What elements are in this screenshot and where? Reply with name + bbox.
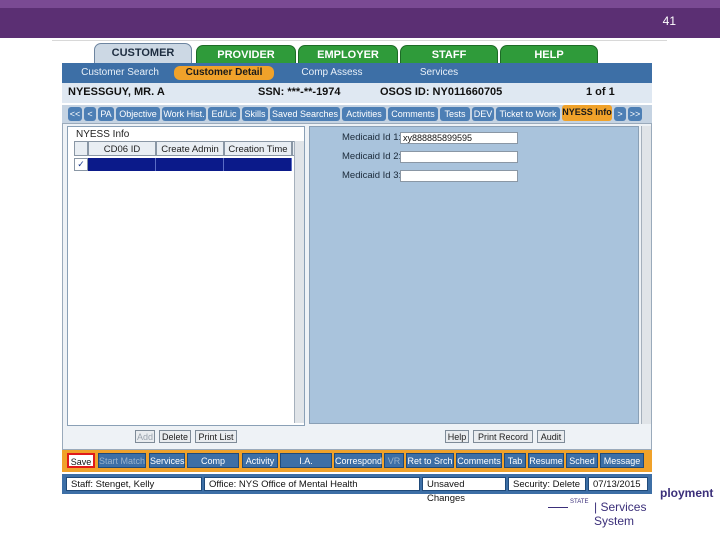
- vr-button[interactable]: VR: [384, 453, 404, 468]
- start-match-button[interactable]: Start Match: [98, 453, 146, 468]
- slide-number: 41: [662, 14, 676, 28]
- medicaid-panel: Medicaid Id 1: xy888885899595 Medicaid I…: [309, 126, 639, 424]
- grid-header: CD06 ID Create Admin Creation Time -: [74, 141, 304, 156]
- logo-state-text: STATE: [570, 499, 589, 505]
- row-checkbox[interactable]: ✓: [74, 158, 88, 171]
- logo-services-system-text: | Services System: [594, 500, 647, 528]
- customer-osos-id: OSOS ID: NY011660705: [380, 86, 503, 98]
- nav-tests-button[interactable]: Tests: [440, 107, 470, 121]
- nav-last-button[interactable]: >>: [628, 107, 642, 121]
- help-button[interactable]: Help: [445, 430, 469, 443]
- nav-work-hist-button[interactable]: Work Hist.: [162, 107, 206, 121]
- ia-referrals-button[interactable]: I.A. Referrals: [280, 453, 332, 481]
- correspond-button[interactable]: Correspond: [334, 453, 382, 468]
- customer-info-bar: NYESSGUY, MR. A SSN: ***-**-1974 OSOS ID…: [62, 83, 652, 103]
- nav-edlic-button[interactable]: Ed/Lic: [208, 107, 240, 121]
- subnav-comp-assess[interactable]: Comp Assess: [288, 66, 376, 80]
- nav-objective-button[interactable]: Objective: [116, 107, 160, 121]
- nyess-grid-panel: NYESS Info CD06 ID Create Admin Creation…: [67, 126, 305, 426]
- nav-first-button[interactable]: <<: [68, 107, 82, 121]
- panel-title: NYESS Info: [76, 129, 130, 140]
- medicaid-id-2-field[interactable]: [400, 151, 518, 163]
- main-tabs: CUSTOMER PROVIDER EMPLOYER STAFF HELP: [62, 43, 652, 65]
- services-system-logo: STATE | Services System: [548, 495, 678, 528]
- save-button[interactable]: Save: [67, 453, 95, 468]
- nav-next-button[interactable]: >: [614, 107, 626, 121]
- nav-skills-button[interactable]: Skills: [242, 107, 268, 121]
- sched-button[interactable]: Sched: [566, 453, 598, 468]
- customer-subnav: Customer Search Customer Detail Comp Ass…: [62, 63, 652, 83]
- nav-comments-button[interactable]: Comments: [388, 107, 438, 121]
- tab-employer[interactable]: EMPLOYER: [298, 45, 398, 65]
- grid-header-select: [74, 141, 88, 156]
- action-bar: Save Start Match Services Comp Assess Ac…: [62, 450, 652, 481]
- comments-button[interactable]: Comments: [456, 453, 502, 468]
- status-office: Office: NYS Office of Mental Health: [204, 477, 420, 491]
- print-list-button[interactable]: Print List: [195, 430, 237, 443]
- tab-help[interactable]: HELP: [500, 45, 598, 65]
- table-cell[interactable]: [156, 158, 224, 171]
- table-cell[interactable]: [224, 158, 292, 171]
- customer-ssn: SSN: ***-**-1974: [258, 86, 341, 98]
- slide-header-accent: [0, 0, 720, 8]
- slide-header-bar: 41: [0, 0, 720, 38]
- medicaid-id-3-label: Medicaid Id 3:: [342, 170, 402, 181]
- detail-nav-buttons: << < PA Objective Work Hist. Ed/Lic Skil…: [62, 105, 652, 123]
- medicaid-id-2-label: Medicaid Id 2:: [342, 151, 402, 162]
- grid-header-creation-time[interactable]: Creation Time: [224, 141, 292, 156]
- status-bar: Staff: Stenget, Kelly Office: NYS Office…: [62, 474, 652, 504]
- tab-customer[interactable]: CUSTOMER: [94, 43, 192, 65]
- status-unsaved-changes: Unsaved Changes: [422, 477, 506, 504]
- nav-saved-searches-button[interactable]: Saved Searches: [270, 107, 340, 121]
- services-button[interactable]: Services: [149, 453, 185, 468]
- tab-button[interactable]: Tab: [504, 453, 526, 468]
- logo-line: [548, 507, 568, 508]
- nyess-info-panel: NYESS Info CD06 ID Create Admin Creation…: [62, 123, 652, 450]
- grid-header-create-admin[interactable]: Create Admin: [156, 141, 224, 156]
- tab-provider[interactable]: PROVIDER: [196, 45, 296, 65]
- nav-pa-button[interactable]: PA: [98, 107, 114, 121]
- customer-name: NYESSGUY, MR. A: [68, 86, 165, 98]
- resume-button[interactable]: Resume: [528, 453, 564, 468]
- comp-assess-button[interactable]: Comp Assess: [187, 453, 239, 481]
- delete-button[interactable]: Delete: [159, 430, 191, 443]
- record-count: 1 of 1: [586, 86, 615, 98]
- grid-header-cd06-id[interactable]: CD06 ID: [88, 141, 156, 156]
- audit-button[interactable]: Audit: [537, 430, 565, 443]
- subnav-customer-detail[interactable]: Customer Detail: [174, 66, 274, 80]
- table-cell[interactable]: [88, 158, 156, 171]
- activity-button[interactable]: Activity: [242, 453, 278, 468]
- status-staff: Staff: Stenget, Kelly: [66, 477, 202, 491]
- nav-activities-button[interactable]: Activities: [342, 107, 386, 121]
- nav-prev-button[interactable]: <: [84, 107, 96, 121]
- ret-to-srch-button[interactable]: Ret to Srch: [406, 453, 454, 468]
- medicaid-id-1-field[interactable]: xy888885899595: [400, 132, 518, 144]
- nav-dev-button[interactable]: DEV: [472, 107, 494, 121]
- medicaid-panel-scrollbar[interactable]: [641, 126, 651, 424]
- tab-staff[interactable]: STAFF: [400, 45, 498, 65]
- status-security: Security: Delete: [508, 477, 586, 491]
- status-date: 07/13/2015: [588, 477, 648, 491]
- grid-scrollbar[interactable]: [294, 141, 304, 423]
- nav-ticket-to-work-button[interactable]: Ticket to Work: [496, 107, 560, 121]
- osos-window: CUSTOMER PROVIDER EMPLOYER STAFF HELP Cu…: [62, 43, 652, 504]
- table-row[interactable]: ✓: [74, 158, 292, 171]
- add-button[interactable]: Add: [135, 430, 155, 443]
- message-button[interactable]: Message: [600, 453, 644, 468]
- medicaid-id-1-label: Medicaid Id 1:: [342, 132, 402, 143]
- subnav-customer-search[interactable]: Customer Search: [70, 66, 170, 80]
- slide-rule: [52, 40, 667, 41]
- print-record-button[interactable]: Print Record: [473, 430, 533, 443]
- medicaid-id-3-field[interactable]: [400, 170, 518, 182]
- nav-nyess-info-button[interactable]: NYESS Info: [562, 105, 612, 121]
- subnav-services[interactable]: Services: [406, 66, 472, 80]
